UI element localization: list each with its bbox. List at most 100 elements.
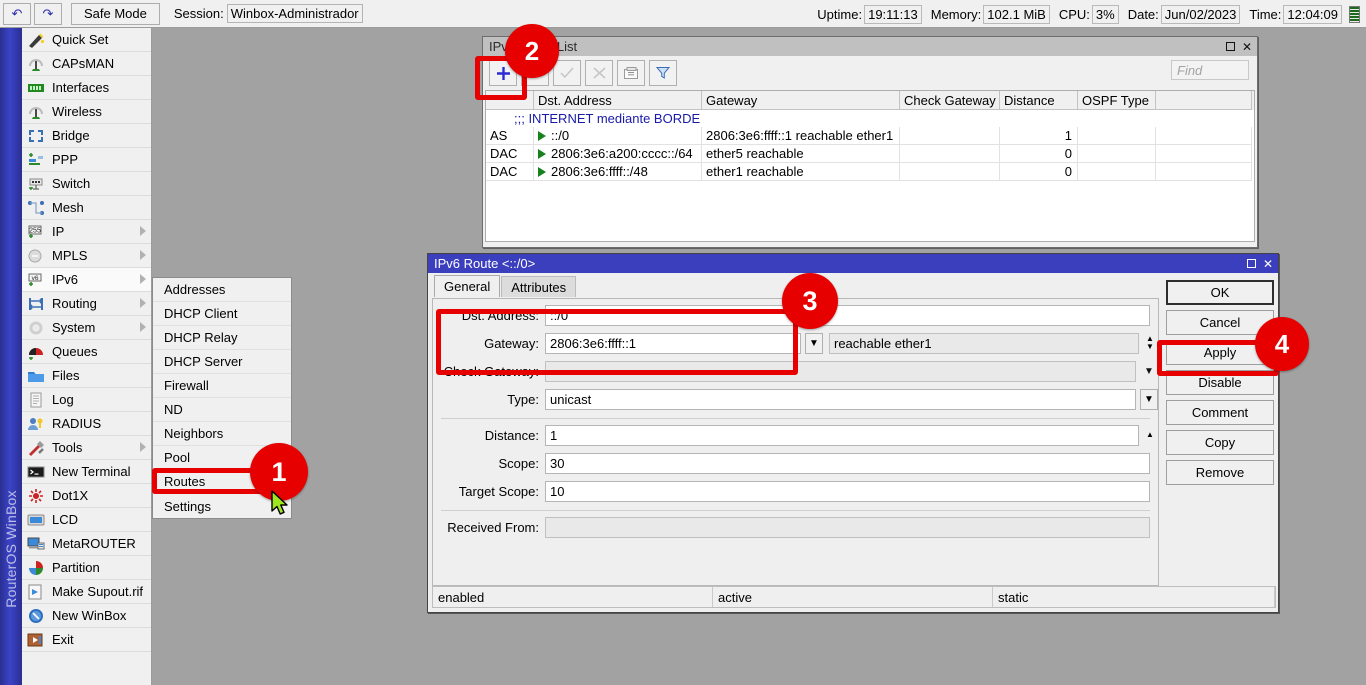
sidebar-item-metarouter[interactable]: MetaROUTER xyxy=(22,532,151,556)
sidebar-item-label: Exit xyxy=(52,632,74,647)
gateway-dropdown-icon[interactable]: ▼ xyxy=(805,333,823,354)
sidebar-item-label: CAPsMAN xyxy=(52,56,114,71)
route-list-comment-button[interactable] xyxy=(617,60,645,86)
submenu-item-nd[interactable]: ND xyxy=(153,398,291,422)
sidebar-item-dot1x[interactable]: Dot1X xyxy=(22,484,151,508)
antenna-icon xyxy=(26,103,46,121)
sidebar-item-mpls[interactable]: MPLS xyxy=(22,244,151,268)
sidebar-item-ipv6[interactable]: v6IPv6 xyxy=(22,268,151,292)
distance-spinner-icon[interactable]: ▲ xyxy=(1142,425,1158,446)
route-filler-cell xyxy=(1156,145,1252,163)
sidebar-item-interfaces[interactable]: Interfaces xyxy=(22,76,151,100)
maximize-icon[interactable] xyxy=(1243,256,1259,272)
target-scope-input[interactable]: 10 xyxy=(545,481,1150,502)
distance-input[interactable]: 1 xyxy=(545,425,1139,446)
undo-arrow-icon[interactable]: ↶ xyxy=(3,3,31,25)
metarouter-icon xyxy=(26,535,46,553)
tab-attributes[interactable]: Attributes xyxy=(501,276,576,297)
dot1x-icon xyxy=(26,487,46,505)
route-dialog-titlebar[interactable]: IPv6 Route <::/0> ✕ xyxy=(428,254,1278,273)
sidebar-item-partition[interactable]: Partition xyxy=(22,556,151,580)
route-gateway-cell: ether1 reachable xyxy=(702,163,900,181)
table-row[interactable]: AS::/02806:3e6:ffff::1 reachable ether11 xyxy=(486,127,1254,145)
route-list-column-header[interactable]: OSPF Type xyxy=(1078,91,1156,110)
route-ospf-type-cell xyxy=(1078,127,1156,145)
ok-button[interactable]: OK xyxy=(1166,280,1274,305)
route-list-column-header[interactable] xyxy=(1156,91,1252,110)
route-check-gateway-cell xyxy=(900,163,1000,181)
redo-arrow-icon[interactable]: ↷ xyxy=(34,3,62,25)
sidebar-item-switch[interactable]: Switch xyxy=(22,172,151,196)
comment-button[interactable]: Comment xyxy=(1166,400,1274,425)
type-dropdown-icon[interactable]: ▼ xyxy=(1140,389,1158,410)
network-card-icon xyxy=(26,79,46,97)
scope-input[interactable]: 30 xyxy=(545,453,1150,474)
sidebar-item-ip[interactable]: 255IP xyxy=(22,220,151,244)
sidebar-item-new-terminal[interactable]: New Terminal xyxy=(22,460,151,484)
tab-general[interactable]: General xyxy=(434,275,500,297)
route-list-column-header[interactable]: Check Gateway xyxy=(900,91,1000,110)
sidebar-item-mesh[interactable]: Mesh xyxy=(22,196,151,220)
route-dst-address-text: 2806:3e6:a200:cccc::/64 xyxy=(551,146,693,161)
check-gateway-dropdown-icon[interactable]: ▼ xyxy=(1140,361,1158,382)
annotation-highlight-dst-gateway xyxy=(436,309,798,375)
maximize-icon[interactable] xyxy=(1222,39,1238,55)
submenu-item-dhcp-client[interactable]: DHCP Client xyxy=(153,302,291,326)
sidebar-item-bridge[interactable]: Bridge xyxy=(22,124,151,148)
bridge-icon xyxy=(26,127,46,145)
copy-button[interactable]: Copy xyxy=(1166,430,1274,455)
route-check-gateway-cell xyxy=(900,145,1000,163)
route-list-column-header[interactable]: Dst. Address xyxy=(534,91,702,110)
submenu-item-dhcp-relay[interactable]: DHCP Relay xyxy=(153,326,291,350)
route-list-header-row: Dst. AddressGatewayCheck GatewayDistance… xyxy=(486,91,1254,110)
sidebar-item-quick-set[interactable]: Quick Set xyxy=(22,28,151,52)
sidebar-item-queues[interactable]: Queues xyxy=(22,340,151,364)
received-from-input xyxy=(545,517,1150,538)
submenu-item-addresses[interactable]: Addresses xyxy=(153,278,291,302)
sidebar-item-exit[interactable]: Exit xyxy=(22,628,151,652)
annotation-badge-2: 2 xyxy=(505,24,559,78)
memory-label: Memory: xyxy=(931,7,982,22)
sidebar-item-files[interactable]: Files xyxy=(22,364,151,388)
submenu-item-neighbors[interactable]: Neighbors xyxy=(153,422,291,446)
uptime-label: Uptime: xyxy=(817,7,862,22)
sidebar-item-lcd[interactable]: LCD xyxy=(22,508,151,532)
sidebar-item-new-winbox[interactable]: New WinBox xyxy=(22,604,151,628)
folder-icon xyxy=(26,367,46,385)
ipv6-route-list-window: IPv6 Route List ✕ xyxy=(482,36,1258,248)
close-icon[interactable]: ✕ xyxy=(1239,39,1255,55)
type-input[interactable]: unicast xyxy=(545,389,1136,410)
sidebar-item-make-supout-rif[interactable]: Make Supout.rif xyxy=(22,580,151,604)
sidebar-item-log[interactable]: Log xyxy=(22,388,151,412)
submenu-item-dhcp-server[interactable]: DHCP Server xyxy=(153,350,291,374)
winbox-app-window: ↶ ↷ Safe Mode Session: Winbox-Administra… xyxy=(0,0,1366,685)
submenu-item-firewall[interactable]: Firewall xyxy=(153,374,291,398)
sidebar-item-radius[interactable]: RADIUS xyxy=(22,412,151,436)
route-list-enable-button[interactable] xyxy=(553,60,581,86)
close-icon[interactable]: ✕ xyxy=(1260,256,1276,272)
sidebar-item-wireless[interactable]: Wireless xyxy=(22,100,151,124)
session-value[interactable]: Winbox-Administrador xyxy=(227,4,363,23)
safe-mode-button[interactable]: Safe Mode xyxy=(71,3,160,25)
route-list-comment-row[interactable]: ;;; INTERNET mediante BORDE xyxy=(486,110,1254,127)
route-list-titlebar[interactable]: IPv6 Route List ✕ xyxy=(483,37,1257,56)
route-list-column-header[interactable]: Gateway xyxy=(702,91,900,110)
route-list-find-input[interactable]: Find xyxy=(1171,60,1249,80)
table-row[interactable]: DAC2806:3e6:a200:cccc::/64ether5 reachab… xyxy=(486,145,1254,163)
sidebar-item-system[interactable]: System xyxy=(22,316,151,340)
sidebar-item-capsman[interactable]: CAPsMAN xyxy=(22,52,151,76)
route-list-body: AS::/02806:3e6:ffff::1 reachable ether11… xyxy=(486,127,1254,181)
route-list-filter-button[interactable] xyxy=(649,60,677,86)
sidebar-item-tools[interactable]: Tools xyxy=(22,436,151,460)
sidebar-item-ppp[interactable]: PPP xyxy=(22,148,151,172)
sidebar-item-label: New WinBox xyxy=(52,608,126,623)
route-list-column-header[interactable]: Distance xyxy=(1000,91,1078,110)
remove-button[interactable]: Remove xyxy=(1166,460,1274,485)
route-dialog-window-buttons: ✕ xyxy=(1242,254,1278,273)
distance-label: Distance: xyxy=(433,428,545,443)
route-list-disable-button[interactable] xyxy=(585,60,613,86)
gateway-spinner-icon[interactable]: ▲▼ xyxy=(1142,333,1158,354)
sidebar-item-routing[interactable]: Routing xyxy=(22,292,151,316)
distance-row: Distance: 1 ▲ xyxy=(433,423,1158,447)
table-row[interactable]: DAC2806:3e6:ffff::/48ether1 reachable0 xyxy=(486,163,1254,181)
